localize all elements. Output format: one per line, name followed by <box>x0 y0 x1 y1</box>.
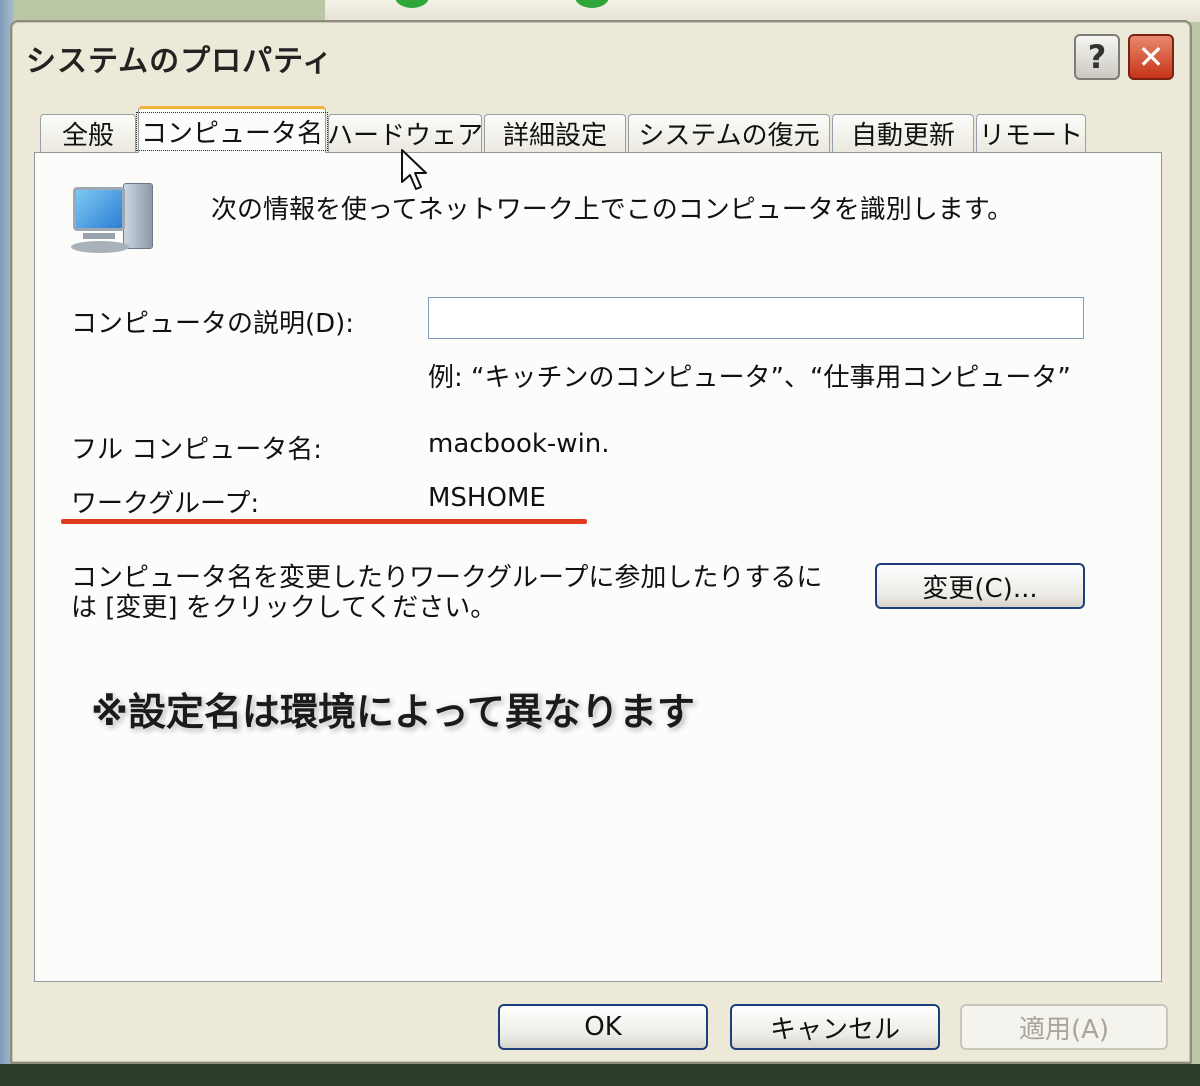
tab-hardware[interactable]: ハードウェア <box>327 114 483 152</box>
full-computer-name-value: macbook-win. <box>428 429 610 459</box>
settings-note-annotation: ※設定名は環境によって異なります <box>91 690 695 734</box>
tab-system-restore[interactable]: システムの復元 <box>628 114 830 152</box>
apply-button[interactable]: 適用(A) <box>960 1004 1168 1050</box>
window-title: システムのプロパティ <box>26 44 334 79</box>
ok-button[interactable]: OK <box>498 1004 708 1050</box>
workgroup-value: MSHOME <box>428 483 546 513</box>
system-properties-dialog: システムのプロパティ ? ✕ 全般 コンピュータ名 ハードウェア 詳細設定 シス… <box>10 20 1192 1064</box>
mouse-cursor-icon <box>401 149 427 190</box>
computer-name-panel: 次の情報を使ってネットワーク上でこのコンピュータを識別します。 コンピュータの説… <box>34 152 1162 982</box>
close-icon: ✕ <box>1137 38 1165 76</box>
description-example: 例: “キッチンのコンピュータ”、“仕事用コンピュータ” <box>428 363 1071 393</box>
tab-computer-name[interactable]: コンピュータ名 <box>136 106 329 153</box>
workgroup-label: ワークグループ: <box>71 489 260 519</box>
help-button[interactable]: ? <box>1074 34 1120 80</box>
cancel-button[interactable]: キャンセル <box>730 1004 940 1050</box>
background-taskbar-strip <box>325 0 1200 22</box>
intro-text: 次の情報を使ってネットワーク上でこのコンピュータを識別します。 <box>211 195 1014 225</box>
computer-icon <box>71 183 155 259</box>
change-instructions: コンピュータ名を変更したりワークグループに参加したりするには [変更] をクリッ… <box>71 563 823 623</box>
computer-description-input[interactable] <box>428 297 1084 339</box>
change-button[interactable]: 変更(C)... <box>875 563 1085 609</box>
background-desktop-bottom <box>0 1064 1200 1086</box>
tab-remote[interactable]: リモート <box>976 114 1086 152</box>
background-green-orb-icon <box>575 0 609 8</box>
full-computer-name-label: フル コンピュータ名: <box>71 435 323 465</box>
close-button[interactable]: ✕ <box>1128 34 1174 80</box>
description-label: コンピュータの説明(D): <box>71 309 355 339</box>
title-bar[interactable]: システムのプロパティ ? ✕ <box>12 22 1190 88</box>
workgroup-red-underline <box>61 519 587 524</box>
tab-advanced[interactable]: 詳細設定 <box>484 114 626 152</box>
tab-automatic-updates[interactable]: 自動更新 <box>832 114 974 152</box>
tab-general[interactable]: 全般 <box>40 114 136 152</box>
tab-computer-name-label: コンピュータ名 <box>136 111 329 151</box>
background-green-orb-icon <box>395 0 429 8</box>
